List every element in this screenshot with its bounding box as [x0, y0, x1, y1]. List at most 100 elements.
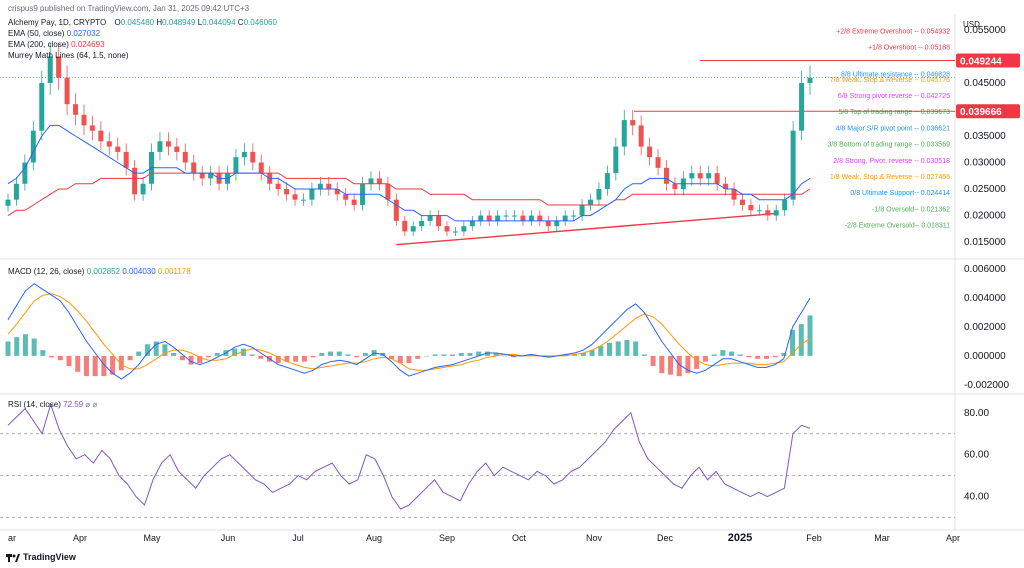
macd-tick-label: -0.002000: [964, 380, 1009, 391]
macd-histogram-bar: [763, 355, 769, 359]
candle-body: [419, 220, 425, 227]
murrey-level-label: 5/8 Top of trading range -- 0.039673: [838, 109, 950, 116]
macd-histogram-bar: [406, 355, 412, 364]
macd-histogram-bar: [31, 338, 37, 356]
symbol-name[interactable]: Alchemy Pay, 1D, CRYPTO: [8, 18, 106, 27]
rsi-line: [7, 402, 811, 510]
price-pane: +2/8 Extreme Overshoot -- 0.054932 +1/8 O…: [0, 28, 955, 246]
time-axis-label: Oct: [512, 533, 527, 543]
candle-body: [393, 199, 399, 221]
candle-body: [165, 141, 171, 147]
time-axis: ar Apr May Jun Jul Aug Sep Oct Nov Dec 2025 Feb Mar A…: [8, 532, 960, 544]
candle-body: [89, 125, 95, 131]
candle-body: [647, 146, 653, 158]
candle-body: [588, 199, 594, 205]
support-trendline: [396, 212, 777, 246]
time-axis-label: 2025: [728, 532, 752, 544]
candle-body: [503, 215, 509, 217]
price-tag: 0.039666: [960, 107, 1002, 118]
time-axis-label: Feb: [806, 533, 822, 543]
candle-body: [385, 183, 391, 200]
candle-body: [697, 173, 703, 179]
macd-histogram-bar: [467, 353, 473, 356]
currency-label: USD: [963, 20, 980, 29]
macd-histogram-bar: [807, 315, 813, 356]
macd-histogram-bar: [668, 355, 674, 375]
candle-body: [123, 151, 129, 168]
candle-body: [326, 183, 332, 190]
ema50-label: EMA (50, close): [8, 29, 65, 38]
candle-body: [562, 215, 568, 221]
candle-body: [537, 215, 543, 221]
macd-tick-label: 0.004000: [964, 293, 1006, 304]
macd-histogram-bar: [746, 355, 752, 358]
candle-body: [461, 226, 467, 232]
time-axis-label: Jul: [292, 533, 304, 543]
macd-histogram-bar: [702, 355, 708, 362]
time-axis-label: ar: [8, 533, 16, 543]
ema50-line[interactable]: EMA (50, close) 0.027032: [8, 29, 100, 39]
candle-body: [478, 215, 484, 221]
macd-histogram-bar: [57, 355, 63, 361]
macd-histogram-bar: [650, 355, 656, 366]
macd-histogram-bar: [171, 353, 177, 356]
macd-line-value: 0.004030: [122, 267, 156, 276]
rsi-pane: [0, 402, 955, 518]
macd-histogram-bar: [737, 354, 743, 356]
candle-body: [39, 82, 45, 131]
tradingview-footer[interactable]: TradingView: [6, 552, 76, 562]
murrey-level-label: -1/8 Oversold-- 0.021362: [872, 206, 950, 213]
rsi-legend[interactable]: RSI (14, close) 72.59 ⌀ ⌀: [8, 400, 97, 410]
candle-body: [773, 210, 779, 216]
candle-body: [554, 220, 560, 227]
macd-histogram-bar: [336, 351, 342, 356]
candle-body: [81, 114, 87, 126]
macd-histogram-bar: [92, 355, 98, 377]
macd-histogram-bar: [755, 355, 761, 359]
macd-histogram-bar: [345, 354, 351, 356]
candle-body: [284, 189, 290, 195]
rsi-hidden-icon: ⌀ ⌀: [85, 400, 98, 409]
candle-body: [22, 162, 28, 184]
murrey-line[interactable]: Murrey Math Lines (64, 1.5, none): [8, 51, 129, 61]
candle-body: [30, 130, 36, 163]
macd-histogram-bar: [5, 341, 11, 356]
ema200-line: [7, 172, 811, 217]
macd-histogram-bar: [66, 355, 72, 366]
macd-tick-label: 0.002000: [964, 322, 1006, 333]
price-tick-label: 0.045000: [964, 78, 1006, 89]
candle-body: [368, 178, 374, 184]
macd-histogram-bar: [641, 354, 647, 356]
macd-histogram-bar: [258, 355, 264, 359]
candle-body: [64, 77, 70, 105]
candle-body: [241, 151, 247, 158]
candle-body: [528, 215, 534, 221]
ema200-value: 0.024693: [71, 40, 105, 49]
candle-body: [140, 183, 146, 195]
candle-body: [300, 199, 306, 201]
symbol-line: Alchemy Pay, 1D, CRYPTO O0.045480 H0.048…: [8, 18, 277, 28]
murrey-level-label: +2/8 Extreme Overshoot -- 0.054932: [836, 28, 950, 35]
price-tick-label: 0.025000: [964, 184, 1006, 195]
macd-legend[interactable]: MACD (12, 26, close) 0.002852 0.004030 0…: [8, 267, 191, 277]
candle-body: [689, 173, 695, 179]
macd-histogram-bar: [659, 355, 665, 374]
candle-body: [309, 189, 315, 200]
macd-tick-label: 0.000000: [964, 351, 1006, 362]
candle-body: [13, 183, 19, 200]
candle-body: [275, 183, 281, 190]
candle-body: [663, 167, 669, 184]
ema200-line[interactable]: EMA (200, close) 0.024693: [8, 40, 105, 50]
candle-body: [250, 151, 256, 163]
macd-hist-value: 0.002852: [86, 267, 121, 276]
macd-histogram-bar: [450, 354, 456, 356]
macd-histogram-bar: [354, 355, 360, 358]
chart-canvas: +2/8 Extreme Overshoot -- 0.054932 +1/8 O…: [0, 14, 1024, 544]
macd-histogram-bar: [772, 355, 778, 358]
murrey-level-label: 0/8 Ultimate Support-- 0.024414: [850, 190, 950, 197]
candle-body: [343, 194, 349, 200]
time-axis-label: Apr: [73, 533, 87, 543]
candle-body: [427, 215, 433, 221]
macd-histogram-bar: [432, 354, 438, 356]
ema50-value: 0.027032: [66, 29, 101, 38]
